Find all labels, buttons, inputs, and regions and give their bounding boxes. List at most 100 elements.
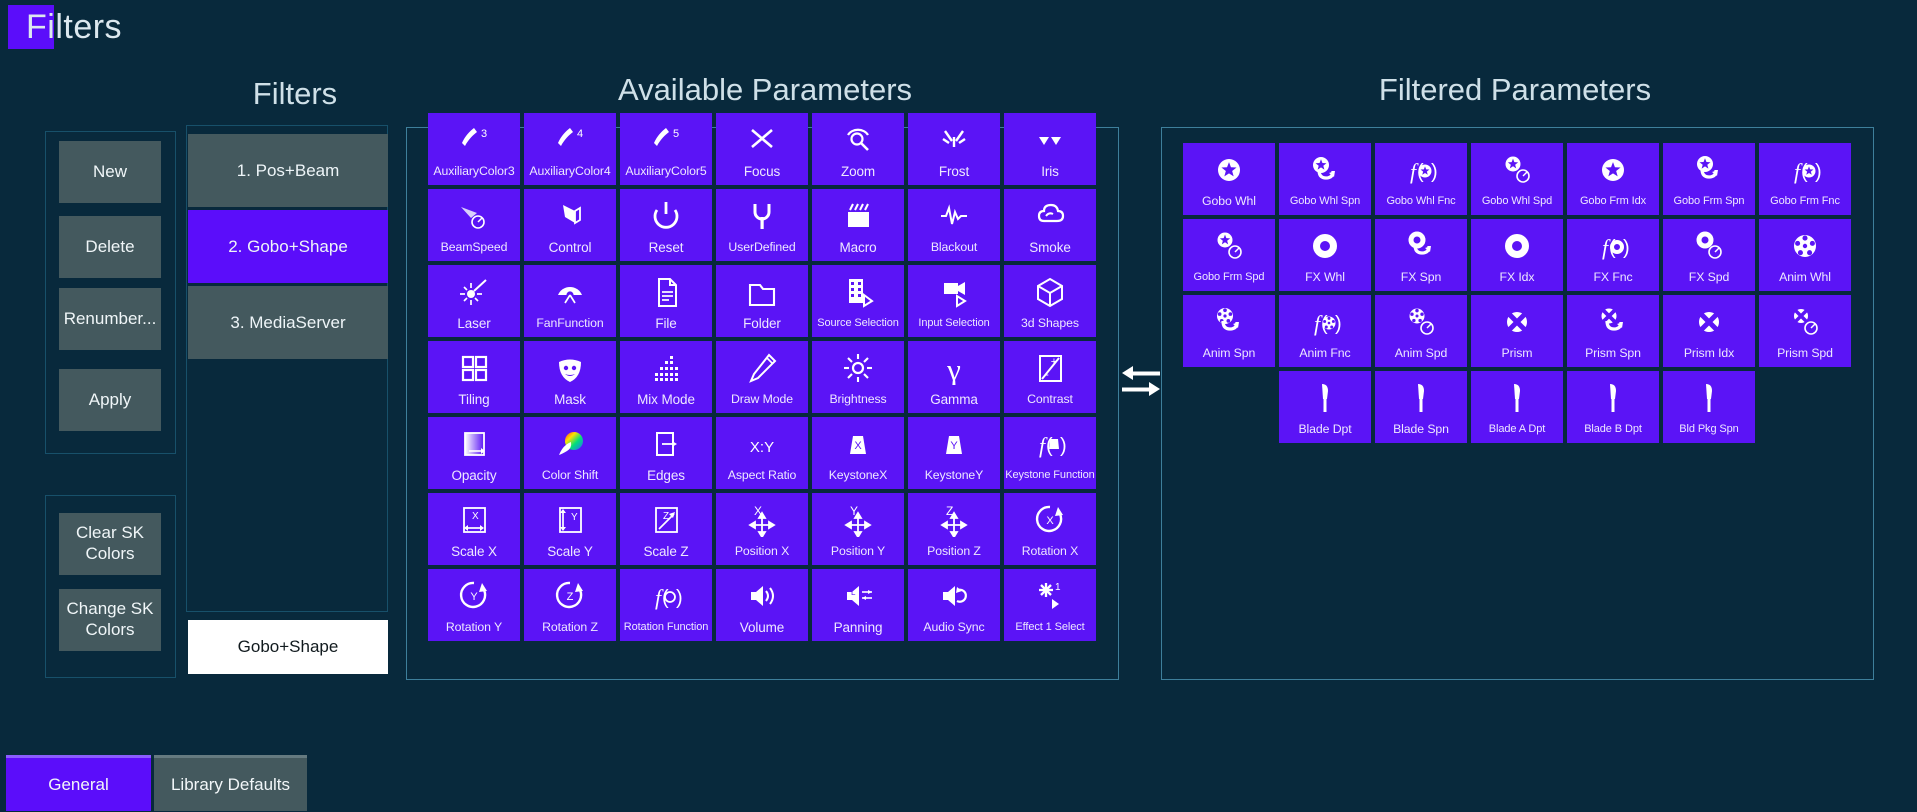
- parameter-tile[interactable]: X Rotation X: [1004, 493, 1096, 565]
- parameter-tile[interactable]: Draw Mode: [716, 341, 808, 413]
- apply-button[interactable]: Apply: [59, 369, 161, 431]
- parameter-tile[interactable]: Blade A Dpt: [1471, 371, 1563, 443]
- svg-text:L: L: [851, 588, 856, 597]
- renumber-button[interactable]: Renumber...: [59, 288, 161, 350]
- parameter-tile[interactable]: Reset: [620, 189, 712, 261]
- delete-button[interactable]: Delete: [59, 216, 161, 278]
- parameter-tile[interactable]: Blade Dpt: [1279, 371, 1371, 443]
- parameter-tile[interactable]: Brightness: [812, 341, 904, 413]
- fan-icon: [524, 272, 616, 312]
- parameter-tile[interactable]: Gobo Whl Spn: [1279, 143, 1371, 215]
- parameter-tile[interactable]: FX Spn: [1375, 219, 1467, 291]
- parameter-tile[interactable]: FX Idx: [1471, 219, 1563, 291]
- new-button[interactable]: New: [59, 141, 161, 203]
- parameter-tile[interactable]: Anim Spd: [1375, 295, 1467, 367]
- parameter-tile[interactable]: f() Keystone Function: [1004, 417, 1096, 489]
- filters-list[interactable]: 1. Pos+Beam 2. Gobo+Shape 3. MediaServer: [186, 125, 388, 612]
- parameter-tile[interactable]: UserDefined: [716, 189, 808, 261]
- parameter-tile[interactable]: Gobo Whl: [1183, 143, 1275, 215]
- parameter-tile[interactable]: Prism Spd: [1759, 295, 1851, 367]
- parameter-tile[interactable]: FanFunction: [524, 265, 616, 337]
- parameter-tile[interactable]: f() Gobo Whl Fnc: [1375, 143, 1467, 215]
- parameter-tile[interactable]: Mask: [524, 341, 616, 413]
- parameter-tile[interactable]: Y Rotation Y: [428, 569, 520, 641]
- parameter-tile[interactable]: Gobo Frm Spd: [1183, 219, 1275, 291]
- parameter-tile[interactable]: Gobo Frm Idx: [1567, 143, 1659, 215]
- parameter-tile[interactable]: Tiling: [428, 341, 520, 413]
- parameter-tile[interactable]: 5 AuxiliaryColor5: [620, 113, 712, 185]
- parameter-tile[interactable]: Input Selection: [908, 265, 1000, 337]
- filter-list-item[interactable]: 2. Gobo+Shape: [188, 210, 388, 283]
- parameter-tile[interactable]: + - Contrast: [1004, 341, 1096, 413]
- prism-speed-icon: [1759, 302, 1851, 342]
- parameter-tile[interactable]: Gobo Frm Spn: [1663, 143, 1755, 215]
- parameter-tile[interactable]: Anim Spn: [1183, 295, 1275, 367]
- parameter-tile[interactable]: Audio Sync: [908, 569, 1000, 641]
- parameter-tile[interactable]: Z Scale Z: [620, 493, 712, 565]
- parameter-tile[interactable]: X:Y Aspect Ratio: [716, 417, 808, 489]
- parameter-tile[interactable]: Blackout: [908, 189, 1000, 261]
- parameter-tile[interactable]: Prism: [1471, 295, 1563, 367]
- parameter-tile[interactable]: Y KeystoneY: [908, 417, 1000, 489]
- parameter-tile[interactable]: Mix Mode: [620, 341, 712, 413]
- parameter-tile[interactable]: Gobo Whl Spd: [1471, 143, 1563, 215]
- svg-text:X: X: [472, 511, 479, 522]
- parameter-tile[interactable]: FX Spd: [1663, 219, 1755, 291]
- tab-library-defaults[interactable]: Library Defaults: [154, 755, 307, 811]
- clear-sk-colors-button[interactable]: Clear SK Colors: [59, 513, 161, 575]
- parameter-tile-label: Gobo Frm Idx: [1579, 195, 1647, 207]
- parameter-tile[interactable]: Smoke: [1004, 189, 1096, 261]
- parameter-tile[interactable]: L Panning: [812, 569, 904, 641]
- parameter-tile[interactable]: Source Selection: [812, 265, 904, 337]
- tab-general[interactable]: General: [6, 755, 151, 811]
- parameter-tile-label: AuxiliaryColor3: [433, 164, 515, 178]
- parameter-tile[interactable]: f() Anim Fnc: [1279, 295, 1371, 367]
- parameter-tile[interactable]: 4 AuxiliaryColor4: [524, 113, 616, 185]
- parameter-tile[interactable]: Macro: [812, 189, 904, 261]
- gobo-frame-function-icon: f(): [1759, 150, 1851, 190]
- filter-list-item[interactable]: 3. MediaServer: [188, 286, 388, 359]
- parameter-tile[interactable]: X Position X: [716, 493, 808, 565]
- parameter-tile[interactable]: Opacity: [428, 417, 520, 489]
- parameter-tile[interactable]: f() Rotation Function: [620, 569, 712, 641]
- parameter-tile[interactable]: Z Position Z: [908, 493, 1000, 565]
- parameter-tile[interactable]: Folder: [716, 265, 808, 337]
- filter-list-item[interactable]: 1. Pos+Beam: [188, 134, 388, 207]
- parameter-tile[interactable]: Blade B Dpt: [1567, 371, 1659, 443]
- parameter-tile[interactable]: Anim Whl: [1759, 219, 1851, 291]
- parameter-tile[interactable]: Z Rotation Z: [524, 569, 616, 641]
- parameter-tile[interactable]: Bld Pkg Spn: [1663, 371, 1755, 443]
- parameter-tile-label: BeamSpeed: [440, 240, 508, 254]
- filter-name-field[interactable]: Gobo+Shape: [188, 620, 388, 674]
- parameter-tile[interactable]: Color Shift: [524, 417, 616, 489]
- parameter-tile[interactable]: Focus: [716, 113, 808, 185]
- parameter-tile[interactable]: X Scale X: [428, 493, 520, 565]
- parameter-tile[interactable]: Y Position Y: [812, 493, 904, 565]
- parameter-tile[interactable]: f() FX Fnc: [1567, 219, 1659, 291]
- parameter-tile[interactable]: Control: [524, 189, 616, 261]
- parameter-tile[interactable]: Prism Spn: [1567, 295, 1659, 367]
- parameter-tile[interactable]: Iris: [1004, 113, 1096, 185]
- parameter-tile[interactable]: Zoom: [812, 113, 904, 185]
- parameter-tile[interactable]: Volume: [716, 569, 808, 641]
- parameter-tile[interactable]: γ Gamma: [908, 341, 1000, 413]
- parameter-tile[interactable]: BeamSpeed: [428, 189, 520, 261]
- parameter-tile[interactable]: 1 Effect 1 Select: [1004, 569, 1096, 641]
- left-right-arrows-icon[interactable]: [1120, 362, 1162, 400]
- parameter-tile[interactable]: 3d Shapes: [1004, 265, 1096, 337]
- parameter-tile[interactable]: 3 AuxiliaryColor3: [428, 113, 520, 185]
- gobo-wheel-spin-icon: [1279, 150, 1371, 190]
- parameter-tile[interactable]: X KeystoneX: [812, 417, 904, 489]
- parameter-tile[interactable]: Y Scale Y: [524, 493, 616, 565]
- parameter-tile[interactable]: File: [620, 265, 712, 337]
- position-y-icon: Y: [812, 500, 904, 540]
- parameter-tile[interactable]: Laser: [428, 265, 520, 337]
- parameter-tile[interactable]: Prism Idx: [1663, 295, 1755, 367]
- parameter-tile[interactable]: f() Gobo Frm Fnc: [1759, 143, 1851, 215]
- change-sk-colors-button[interactable]: Change SK Colors: [59, 589, 161, 651]
- parameter-tile[interactable]: FX Whl: [1279, 219, 1371, 291]
- contrast-icon: + -: [1004, 348, 1096, 388]
- parameter-tile[interactable]: Blade Spn: [1375, 371, 1467, 443]
- parameter-tile[interactable]: Edges: [620, 417, 712, 489]
- parameter-tile[interactable]: Frost: [908, 113, 1000, 185]
